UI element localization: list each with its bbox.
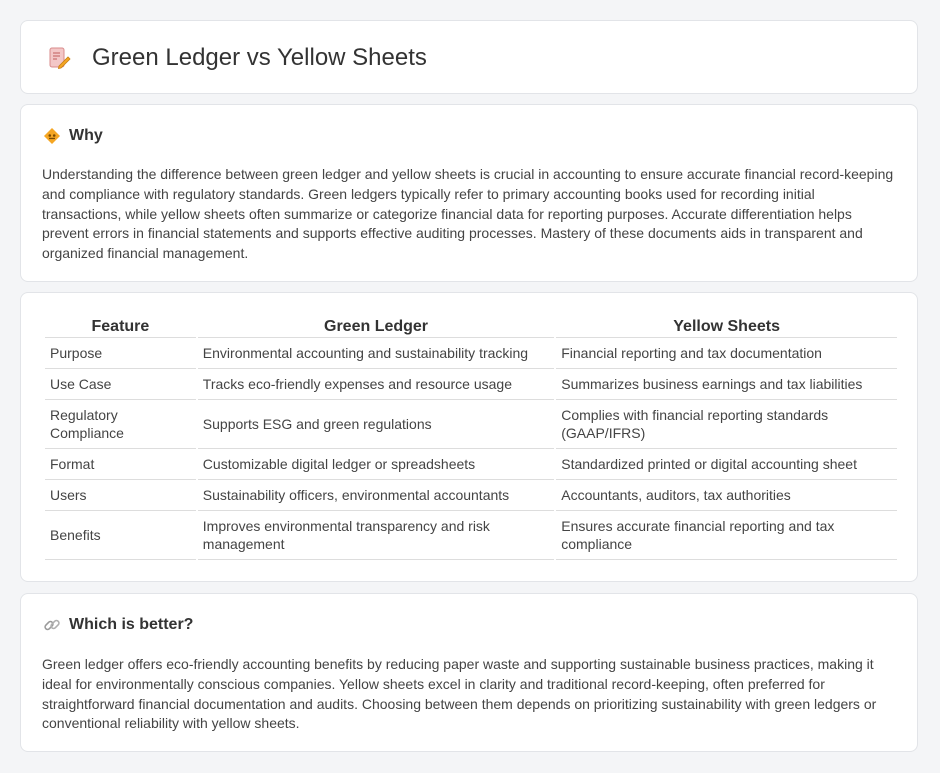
table-header-row: Feature Green Ledger Yellow Sheets xyxy=(45,316,897,338)
green-ledger-cell: Customizable digital ledger or spreadshe… xyxy=(197,449,555,480)
header-green-ledger: Green Ledger xyxy=(197,316,555,338)
comparison-table: Feature Green Ledger Yellow Sheets Purpo… xyxy=(43,316,899,560)
table-row: Purpose Environmental accounting and sus… xyxy=(45,338,897,369)
feature-cell: Regulatory Compliance xyxy=(45,400,196,449)
why-section: Why Understanding the difference between… xyxy=(20,104,918,282)
header-card: Green Ledger vs Yellow Sheets xyxy=(20,20,918,94)
feature-cell: Benefits xyxy=(45,511,196,560)
yellow-sheets-cell: Standardized printed or digital accounti… xyxy=(556,449,897,480)
page-title: Green Ledger vs Yellow Sheets xyxy=(92,44,427,71)
green-ledger-cell: Tracks eco-friendly expenses and resourc… xyxy=(197,369,555,400)
yellow-sheets-cell: Financial reporting and tax documentatio… xyxy=(556,338,897,369)
green-ledger-cell: Supports ESG and green regulations xyxy=(197,400,555,449)
why-text: Understanding the difference between gre… xyxy=(42,166,894,262)
better-title: Which is better? xyxy=(69,616,194,633)
green-ledger-cell: Sustainability officers, environmental a… xyxy=(197,480,555,511)
table-row: Use Case Tracks eco-friendly expenses an… xyxy=(45,369,897,400)
table-row: Format Customizable digital ledger or sp… xyxy=(45,449,897,480)
feature-cell: Format xyxy=(45,449,196,480)
feature-cell: Users xyxy=(45,480,196,511)
green-ledger-cell: Environmental accounting and sustainabil… xyxy=(197,338,555,369)
better-text: Green ledger offers eco-friendly account… xyxy=(42,656,877,732)
table-row: Users Sustainability officers, environme… xyxy=(45,480,897,511)
why-title: Why xyxy=(69,127,103,144)
table-row: Regulatory Compliance Supports ESG and g… xyxy=(45,400,897,449)
better-heading: Which is better? xyxy=(43,614,193,636)
yellow-sheets-cell: Summarizes business earnings and tax lia… xyxy=(556,369,897,400)
feature-cell: Purpose xyxy=(45,338,196,369)
diamond-warning-icon xyxy=(44,128,60,144)
yellow-sheets-cell: Ensures accurate financial reporting and… xyxy=(556,511,897,560)
link-icon xyxy=(44,619,60,631)
table-row: Benefits Improves environmental transpar… xyxy=(45,511,897,560)
comparison-section: Feature Green Ledger Yellow Sheets Purpo… xyxy=(20,292,918,582)
which-is-better-section: Which is better? Green ledger offers eco… xyxy=(20,593,918,752)
document-pencil-icon xyxy=(49,47,71,70)
header-feature: Feature xyxy=(45,316,196,338)
feature-cell: Use Case xyxy=(45,369,196,400)
header-yellow-sheets: Yellow Sheets xyxy=(556,316,897,338)
green-ledger-cell: Improves environmental transparency and … xyxy=(197,511,555,560)
why-heading: Why xyxy=(43,125,103,147)
yellow-sheets-cell: Complies with financial reporting standa… xyxy=(556,400,897,449)
yellow-sheets-cell: Accountants, auditors, tax authorities xyxy=(556,480,897,511)
